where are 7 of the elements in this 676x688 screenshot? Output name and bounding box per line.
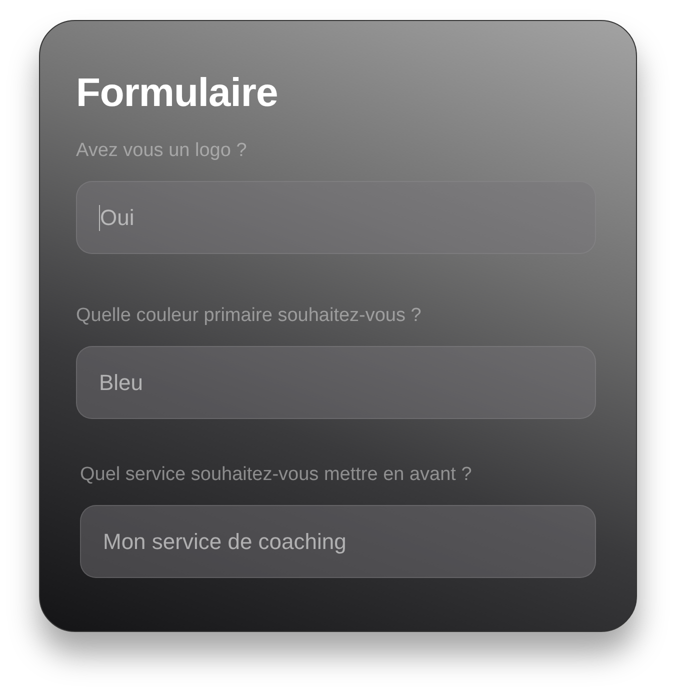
input-field[interactable]: Oui <box>76 181 596 254</box>
input-field[interactable]: Mon service de coaching <box>80 505 596 578</box>
field-label: Avez vous un logo ? <box>76 139 248 163</box>
field-label: Quel service souhaitez-vous mettre en avant ? <box>80 463 473 487</box>
form-title: Formulaire <box>76 70 279 117</box>
input-field[interactable]: Bleu <box>76 346 596 419</box>
field-label: Quelle couleur primaire souhaitez-vous ? <box>76 304 422 328</box>
